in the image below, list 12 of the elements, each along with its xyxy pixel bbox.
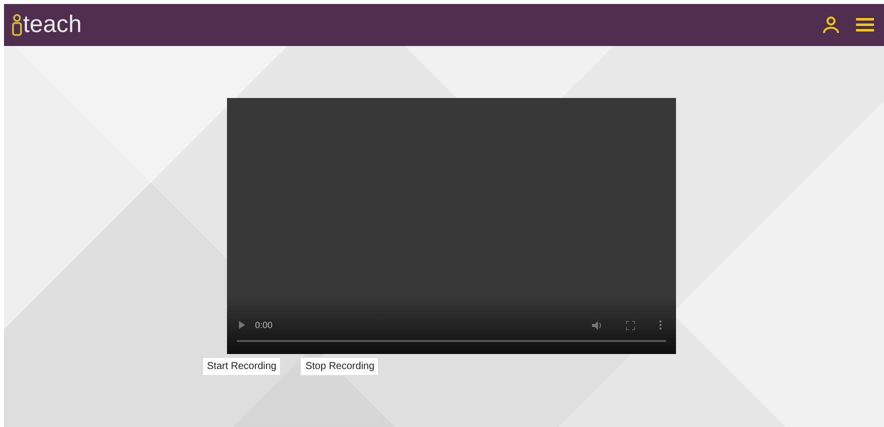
fullscreen-icon[interactable] <box>626 320 635 330</box>
time-display: 0:00 <box>255 320 273 330</box>
volume-icon[interactable] <box>592 320 602 330</box>
user-icon[interactable] <box>822 16 840 34</box>
recording-button[interactable]: Stop Recording <box>300 357 380 376</box>
video-player[interactable]: 0:00 <box>227 98 676 354</box>
play-icon[interactable] <box>239 321 245 329</box>
logo-text[interactable]: teach <box>23 11 82 39</box>
menu-icon[interactable] <box>856 18 874 32</box>
recording-button[interactable]: Start Recording <box>202 357 282 376</box>
more-icon[interactable] <box>659 320 662 330</box>
logo-icon <box>12 14 22 36</box>
